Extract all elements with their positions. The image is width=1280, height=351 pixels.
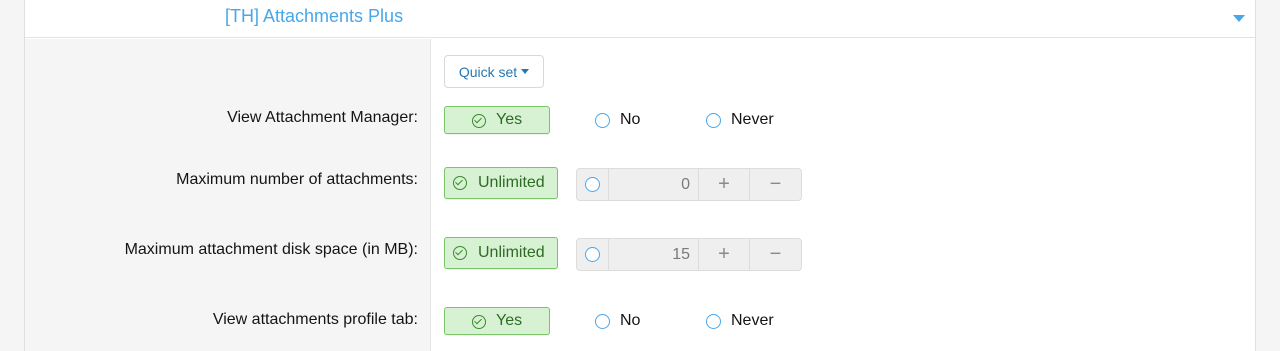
- option-label: Unlimited: [478, 174, 545, 191]
- quick-set-label: Quick set: [458, 63, 518, 80]
- section-header[interactable]: [TH] Attachments Plus: [25, 0, 1255, 38]
- increment-button[interactable]: +: [699, 239, 750, 270]
- option-label: Never: [731, 312, 774, 329]
- decrement-button[interactable]: −: [750, 169, 801, 200]
- option-label: Yes: [496, 111, 523, 128]
- option-no-radio[interactable]: No: [595, 312, 640, 330]
- row-label-profile-tab: View attachments profile tab:: [212, 311, 418, 328]
- permissions-panel: [TH] Attachments Plus View Attachment Ma…: [24, 0, 1256, 351]
- section-title[interactable]: [TH] Attachments Plus: [225, 6, 403, 27]
- radio-circle-icon: [595, 313, 610, 329]
- decrement-button[interactable]: −: [750, 239, 801, 270]
- max-attachments-input[interactable]: 0: [609, 169, 699, 200]
- option-label: No: [620, 312, 641, 329]
- option-never-radio[interactable]: Never: [706, 312, 774, 330]
- quick-set-button[interactable]: Quick set: [444, 55, 544, 88]
- row-label-max-attachments: Maximum number of attachments:: [176, 171, 418, 188]
- option-label: Never: [731, 111, 774, 128]
- radio-circle-icon: [585, 177, 600, 192]
- check-circle-icon: [472, 114, 486, 128]
- radio-circle-icon: [706, 112, 721, 128]
- caret-down-icon: [521, 69, 530, 74]
- option-label: Unlimited: [478, 244, 545, 261]
- max-disk-space-input[interactable]: 15: [609, 239, 699, 270]
- custom-value-radio[interactable]: [577, 239, 609, 270]
- check-circle-icon: [453, 176, 467, 190]
- option-yes-selected[interactable]: Yes: [444, 307, 550, 335]
- radio-circle-icon: [595, 112, 610, 128]
- check-circle-icon: [453, 246, 467, 260]
- check-circle-icon: [472, 315, 486, 329]
- radio-circle-icon: [706, 313, 721, 329]
- chevron-down-icon[interactable]: [1233, 15, 1245, 22]
- option-no-radio[interactable]: No: [595, 111, 640, 129]
- row-label-max-disk-space: Maximum attachment disk space (in MB):: [124, 241, 418, 258]
- option-label: Yes: [496, 312, 523, 329]
- option-label: No: [620, 111, 641, 128]
- radio-circle-icon: [585, 247, 600, 262]
- option-yes-selected[interactable]: Yes: [444, 106, 550, 134]
- row-label-view-attachment-manager: View Attachment Manager:: [227, 109, 418, 126]
- option-unlimited-selected[interactable]: Unlimited: [444, 237, 558, 269]
- increment-button[interactable]: +: [699, 169, 750, 200]
- custom-value-radio[interactable]: [577, 169, 609, 200]
- max-disk-space-stepper: 15 + −: [576, 238, 802, 271]
- option-never-radio[interactable]: Never: [706, 111, 774, 129]
- option-unlimited-selected[interactable]: Unlimited: [444, 167, 558, 199]
- label-column: View Attachment Manager: Maximum number …: [25, 39, 431, 351]
- max-attachments-stepper: 0 + −: [576, 168, 802, 201]
